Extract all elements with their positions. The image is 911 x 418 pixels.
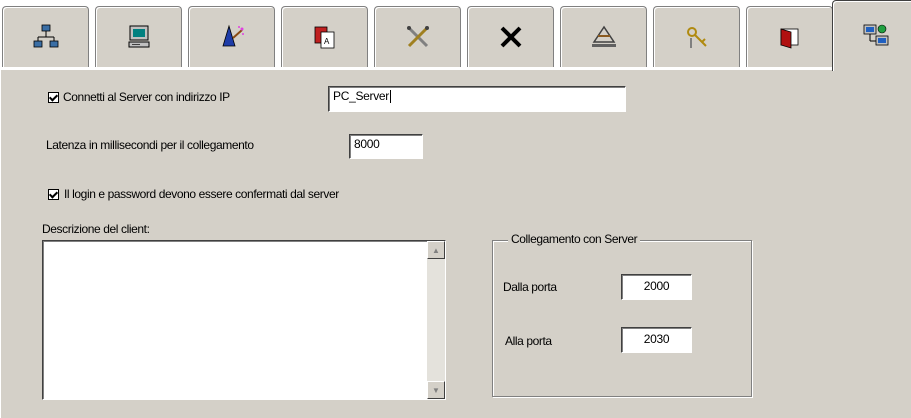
to-port-input[interactable]: 2030 [621, 327, 692, 353]
from-port-input[interactable]: 2000 [621, 274, 692, 300]
latency-label: Latenza in millisecondi per il collegame… [46, 138, 254, 152]
close-icon [500, 26, 521, 48]
tab-network-computers[interactable] [832, 0, 911, 71]
hammer-icon [591, 25, 616, 47]
server-ip-value: PC_Server [333, 89, 389, 103]
to-port-label: Alla porta [505, 334, 552, 348]
toolbar-tabstrip: A [0, 0, 911, 71]
computer-icon [128, 25, 149, 48]
tab-keys[interactable] [653, 6, 740, 67]
description-scrollbar[interactable]: ▲ ▼ [427, 241, 445, 399]
wizard-icon [221, 24, 244, 47]
to-port-value: 2030 [643, 332, 670, 346]
svg-text:A: A [324, 37, 330, 46]
text-caret [390, 90, 391, 104]
server-connection-group-title: Collegamento con Server [508, 232, 641, 246]
keys-icon [686, 27, 707, 48]
tab-book[interactable] [746, 6, 833, 67]
from-port-value: 2000 [643, 279, 670, 293]
latency-input[interactable]: 8000 [349, 134, 423, 159]
tab-network[interactable] [2, 6, 89, 67]
network-icon [33, 24, 58, 48]
login-confirm-checkbox[interactable] [48, 189, 59, 200]
connect-server-label: Connetti al Server con indirizzo IP [63, 90, 230, 104]
latency-value: 8000 [354, 137, 380, 151]
tab-tools[interactable] [374, 6, 461, 67]
login-confirm-label: Il login e password devono essere confer… [64, 187, 339, 201]
scroll-up-button[interactable]: ▲ [427, 241, 445, 259]
server-connection-group [492, 240, 752, 397]
tab-hammer[interactable] [560, 6, 647, 67]
description-textarea[interactable]: ▲ ▼ [42, 240, 446, 400]
scroll-down-arrow-icon: ▼ [432, 385, 440, 395]
tab-computer[interactable] [95, 6, 182, 67]
tab-close[interactable] [467, 6, 554, 67]
tab-document[interactable]: A [281, 6, 368, 67]
scroll-up-arrow-icon: ▲ [432, 245, 440, 255]
server-ip-input[interactable]: PC_Server [328, 86, 626, 112]
tab-wizard[interactable] [188, 6, 275, 67]
connect-server-checkbox[interactable] [48, 92, 59, 103]
document-icon: A [314, 26, 334, 49]
scroll-down-button[interactable]: ▼ [427, 381, 445, 399]
tools-icon [406, 26, 429, 48]
network-computers-icon [863, 24, 889, 46]
from-port-label: Dalla porta [503, 280, 557, 294]
book-icon [780, 28, 798, 49]
description-label: Descrizione del client: [42, 222, 150, 236]
